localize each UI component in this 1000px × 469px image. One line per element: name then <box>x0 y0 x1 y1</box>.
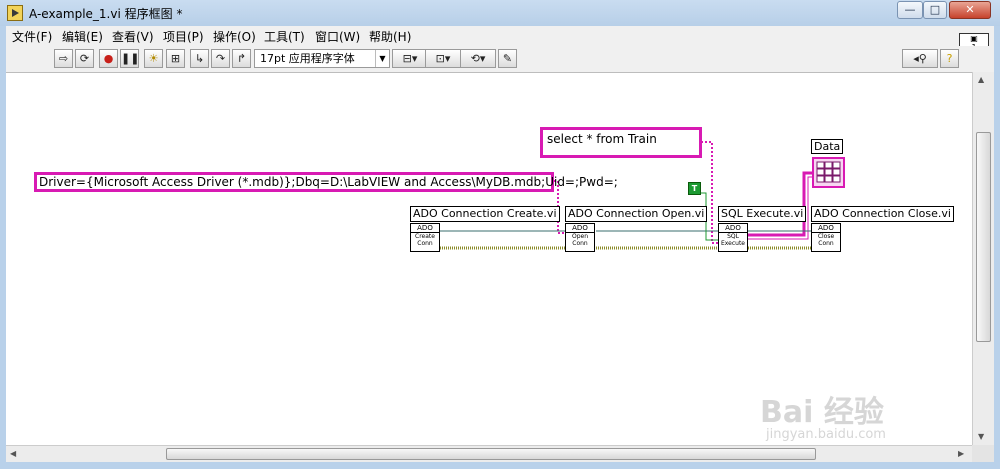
title-bar: A-example_1.vi 程序框图 * — □ ✕ <box>0 0 1000 26</box>
vi-label-connection-create: ADO Connection Create.vi <box>410 206 560 222</box>
menu-tools[interactable]: 工具(T) <box>264 28 305 45</box>
data-indicator-label: Data <box>811 139 844 154</box>
highlight-execution-icon[interactable]: ☀ <box>144 49 163 68</box>
vi-label-connection-close: ADO Connection Close.vi <box>811 206 954 222</box>
vi-label-sql-execute: SQL Execute.vi <box>718 206 807 222</box>
align-objects-icon[interactable]: ⊟▾ <box>392 49 428 68</box>
vi-icon-line: Create <box>415 233 435 240</box>
vi-icon-header: ADO <box>719 224 747 233</box>
ado-connection-open-vi-icon[interactable]: ADO Open Conn <box>565 223 595 252</box>
vi-icon-line: SQL <box>727 233 739 240</box>
table-grid-icon <box>816 161 841 183</box>
menu-edit[interactable]: 编辑(E) <box>62 28 103 45</box>
scroll-right-icon[interactable]: ▶ <box>958 449 964 458</box>
menu-help[interactable]: 帮助(H) <box>369 28 411 45</box>
distribute-objects-icon[interactable]: ⊡▾ <box>425 49 461 68</box>
step-into-icon[interactable]: ↳ <box>190 49 209 68</box>
labview-vi-icon <box>7 5 23 21</box>
scrollbar-corner <box>972 445 994 462</box>
vi-icon-header: ADO <box>411 224 439 233</box>
baidu-watermark: Bai 经验 <box>760 395 884 430</box>
horizontal-scrollbar[interactable]: ◀ ▶ <box>6 445 972 462</box>
menu-project[interactable]: 项目(P) <box>163 28 204 45</box>
vi-icon-line: Conn <box>572 240 588 247</box>
retain-wire-values-icon[interactable]: ⊞ <box>166 49 185 68</box>
connection-string-constant[interactable]: Driver={Microsoft Access Driver (*.mdb)}… <box>34 172 618 192</box>
ado-connection-close-vi-icon[interactable]: ADO Close Conn <box>811 223 841 252</box>
window-title: A-example_1.vi 程序框图 * <box>29 7 183 21</box>
sql-execute-vi-icon[interactable]: ADO SQL Execute <box>718 223 748 252</box>
font-select[interactable]: 17pt 应用程序字体 ▼ <box>254 49 390 68</box>
sql-query-string-constant[interactable]: select * from Train <box>540 127 702 158</box>
menu-view[interactable]: 查看(V) <box>112 28 154 45</box>
help-icon[interactable]: ? <box>940 49 959 68</box>
menu-file[interactable]: 文件(F) <box>12 28 52 45</box>
vi-icon-header: ADO <box>566 224 594 233</box>
vi-icon-line: Conn <box>417 240 433 247</box>
reorder-icon[interactable]: ⟲▾ <box>460 49 496 68</box>
run-arrow-icon[interactable]: ⇨ <box>54 49 73 68</box>
search-icon[interactable]: ◂⚲ <box>902 49 938 68</box>
scroll-down-icon[interactable]: ▼ <box>978 432 984 441</box>
data-table-indicator[interactable] <box>812 157 845 188</box>
menu-window[interactable]: 窗口(W) <box>315 28 360 45</box>
menu-bar: 文件(F) 编辑(E) 查看(V) 项目(P) 操作(O) 工具(T) 窗口(W… <box>6 26 994 46</box>
vi-icon-line: Open <box>571 233 589 240</box>
vi-icon-line: Close <box>817 233 835 240</box>
vi-icon-line: Execute <box>721 240 745 247</box>
baidu-watermark-url: jingyan.baidu.com <box>766 427 886 442</box>
abort-icon[interactable]: ● <box>99 49 118 68</box>
vertical-scrollbar[interactable]: ▲ ▼ <box>972 72 994 445</box>
step-out-icon[interactable]: ↱ <box>232 49 251 68</box>
scroll-left-icon[interactable]: ◀ <box>10 449 16 458</box>
boolean-true-constant[interactable]: T <box>688 182 701 195</box>
vertical-scroll-thumb[interactable] <box>976 132 991 342</box>
block-diagram[interactable]: select * from Train Driver={Microsoft Ac… <box>6 72 972 445</box>
font-select-value: 17pt 应用程序字体 <box>260 52 355 65</box>
maximize-button[interactable]: □ <box>923 1 947 19</box>
vi-icon-line: Conn <box>818 240 834 247</box>
horizontal-scroll-thumb[interactable] <box>166 448 816 460</box>
vi-label-connection-open: ADO Connection Open.vi <box>565 206 708 222</box>
close-button[interactable]: ✕ <box>949 1 991 19</box>
chevron-down-icon: ▼ <box>375 50 389 67</box>
clean-up-diagram-icon[interactable]: ✎ <box>498 49 517 68</box>
scroll-up-icon[interactable]: ▲ <box>978 75 984 84</box>
ado-connection-create-vi-icon[interactable]: ADO Create Conn <box>410 223 440 252</box>
vi-icon-header: ADO <box>812 224 840 233</box>
run-continuously-icon[interactable]: ⟳ <box>75 49 94 68</box>
pause-icon[interactable]: ❚❚ <box>120 49 139 68</box>
step-over-icon[interactable]: ↷ <box>211 49 230 68</box>
toolbar: ⇨ ⟳ ● ❚❚ ☀ ⊞ ↳ ↷ ↱ 17pt 应用程序字体 ▼ ⊟▾ ⊡▾ ⟲… <box>6 46 994 72</box>
menu-operate[interactable]: 操作(O) <box>213 28 256 45</box>
minimize-button[interactable]: — <box>897 1 923 19</box>
